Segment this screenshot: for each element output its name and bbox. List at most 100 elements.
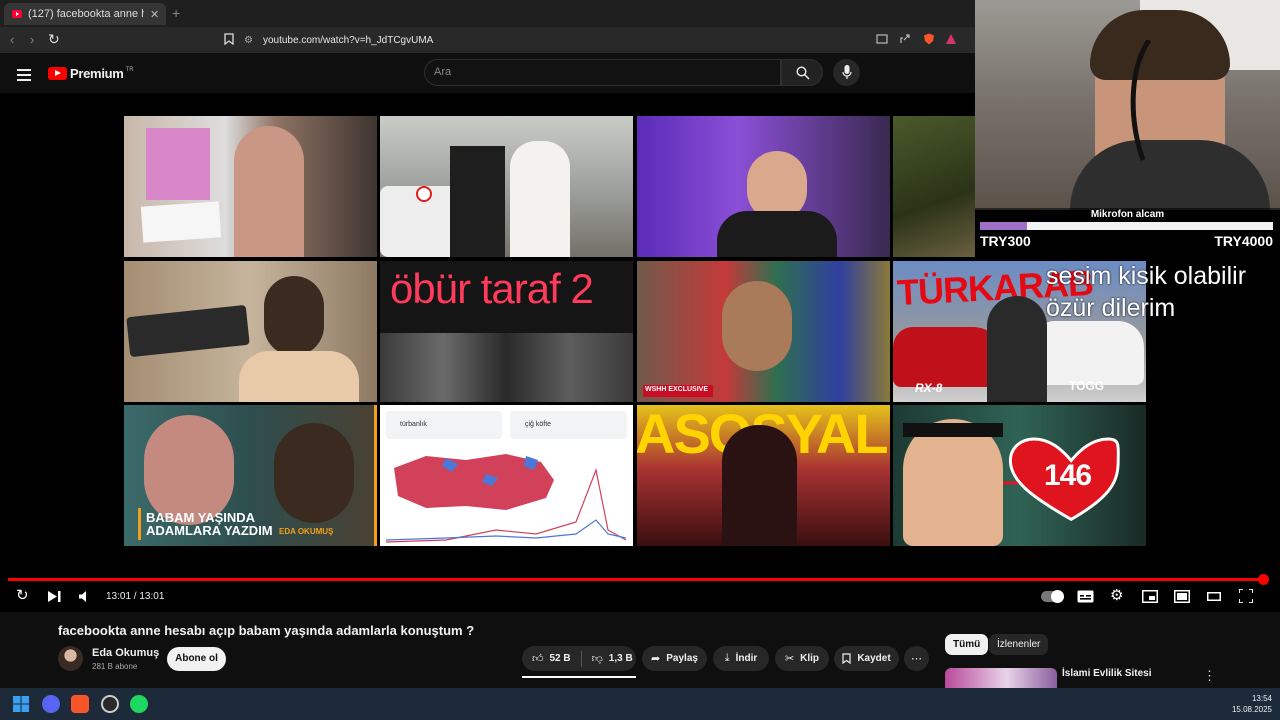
trend-term-2: çiğ köfte — [525, 421, 552, 428]
spotify-icon[interactable] — [130, 695, 148, 713]
goal-progress-fill — [980, 222, 1027, 230]
turkey-map-chart — [386, 454, 626, 543]
note-line-1: sesim kisik olabilir — [1046, 262, 1247, 290]
clip-label: Klip — [800, 653, 820, 664]
avatar[interactable] — [58, 646, 83, 671]
cast-icon[interactable] — [876, 33, 888, 45]
tv-cast-icon[interactable] — [1207, 592, 1221, 601]
share-arrow-icon: ➦ — [651, 653, 661, 665]
share-label: Paylaş — [666, 653, 698, 664]
tab-close-icon[interactable]: ✕ — [150, 8, 159, 21]
download-button[interactable]: ⤓ İndir — [713, 646, 769, 671]
share-icon[interactable] — [899, 33, 911, 45]
end-screen-video-12[interactable]: 146 — [893, 405, 1146, 546]
recommended-title[interactable]: İslami Evlilik Sitesi — [1062, 668, 1152, 679]
webcam-overlay — [975, 0, 1280, 210]
end-screen-video-2[interactable] — [380, 116, 633, 257]
end-screen-video-5[interactable] — [124, 261, 377, 402]
channel-name[interactable]: Eda Okumuş — [92, 647, 159, 659]
like-dislike-group: 👍︎ 52 B 👎︎ 1,3 B — [522, 646, 636, 671]
scissors-icon: ✂ — [784, 653, 795, 665]
chip-watched[interactable]: İzlenenler — [989, 634, 1049, 655]
miniplayer-icon[interactable] — [1142, 590, 1158, 603]
menu-icon[interactable] — [17, 67, 31, 84]
brave-shield-icon[interactable] — [923, 33, 935, 45]
search-icon — [796, 66, 810, 80]
brave-browser-icon[interactable] — [71, 695, 89, 713]
windows-start-icon[interactable] — [13, 696, 29, 712]
next-icon[interactable] — [48, 591, 61, 602]
address-bar[interactable]: ⚙ youtube.com/watch?v=h_JdTCgvUMA — [244, 30, 964, 50]
obs-icon[interactable] — [101, 695, 119, 713]
progress-bar[interactable] — [8, 574, 1269, 585]
theater-mode-icon[interactable] — [1174, 590, 1190, 603]
more-icon: ⋯ — [911, 653, 922, 665]
share-button[interactable]: ➦ Paylaş — [642, 646, 707, 671]
forward-icon[interactable]: › — [30, 32, 34, 47]
end-screen-video-1[interactable] — [124, 116, 377, 257]
end-screen-video-10[interactable]: türbanlık çiğ köfte — [380, 405, 633, 546]
clock-time: 13:54 — [1251, 694, 1272, 703]
volume-icon[interactable] — [79, 591, 91, 602]
end-screen-video-6[interactable]: öbür taraf 2 — [380, 261, 633, 402]
subscriber-count: 281 B abone — [92, 662, 138, 671]
back-icon[interactable]: ‹ — [10, 32, 14, 47]
chip-all[interactable]: Tümü — [945, 634, 989, 655]
goal-progress-track — [980, 222, 1273, 230]
youtube-favicon-icon — [12, 10, 22, 18]
scrubber-handle[interactable] — [1258, 574, 1269, 585]
like-count[interactable]: 52 B — [550, 653, 571, 664]
settings-gear-icon[interactable]: ⚙ — [1110, 588, 1123, 604]
goal-title: Mikrofon alcam — [1090, 209, 1165, 220]
thumb-sublabel: EDA OKUMUŞ — [279, 527, 334, 536]
autoplay-toggle[interactable] — [1041, 590, 1064, 603]
thumb-sublabel: RX-8 — [915, 381, 943, 395]
end-screen-video-7[interactable]: WSHH EXCLUSIVE — [637, 261, 890, 402]
note-line-2: özür dilerim — [1046, 294, 1176, 322]
end-screen-video-9[interactable]: BABAM YAŞINDA ADAMLARA YAZDIM EDA OKUMUŞ — [124, 405, 377, 546]
reload-icon[interactable]: ↻ — [48, 31, 60, 48]
time-display: 13:01 / 13:01 — [106, 591, 165, 602]
save-bookmark-icon — [842, 653, 851, 664]
streamer-note: sesim kisik olabilir özür dilerim — [1046, 260, 1246, 324]
system-clock[interactable]: 13:54 15.08.2025 — [1232, 693, 1272, 715]
voice-search-button[interactable] — [833, 59, 860, 86]
dislike-count[interactable]: 1,3 B — [609, 653, 633, 664]
search-input[interactable]: Ara — [424, 59, 781, 86]
progress-fill — [8, 574, 1269, 585]
browser-tab[interactable]: (127) facebookta anne he ✕ — [4, 3, 166, 25]
recommended-thumbnail[interactable] — [945, 668, 1057, 688]
end-screen-video-3[interactable] — [637, 116, 890, 257]
thumb-title: 146 — [1044, 459, 1092, 492]
youtube-logo[interactable]: Premium TR — [48, 66, 134, 81]
discord-icon[interactable] — [42, 695, 60, 713]
logo-text: Premium — [70, 66, 124, 81]
save-label: Kaydet — [857, 653, 891, 664]
bookmark-icon[interactable] — [224, 33, 234, 45]
donation-goal: Mikrofon alcam TRY300 TRY4000 — [975, 208, 1280, 250]
logo-region: TR — [125, 66, 134, 73]
search-button[interactable] — [781, 59, 823, 86]
thumbs-up-icon[interactable]: 👍︎ — [532, 652, 544, 665]
fullscreen-icon[interactable] — [1239, 589, 1253, 603]
more-actions-button[interactable]: ⋯ — [904, 646, 929, 671]
brave-rewards-icon[interactable] — [945, 33, 957, 45]
thumb-label: WSHH EXCLUSIVE — [645, 386, 709, 393]
site-settings-icon[interactable]: ⚙ — [244, 35, 253, 46]
trend-term-1: türbanlık — [400, 421, 427, 428]
youtube-play-icon — [48, 67, 67, 80]
end-screen-video-4[interactable] — [893, 116, 975, 257]
clock-date: 15.08.2025 — [1231, 705, 1272, 714]
replay-icon[interactable]: ↻ — [16, 588, 29, 604]
subscribe-button[interactable]: Abone ol — [167, 647, 226, 671]
download-icon: ⤓ — [724, 652, 730, 664]
video-title: facebookta anne hesabı açıp babam yaşınd… — [58, 623, 475, 638]
recommended-more-icon[interactable]: ⋮ — [1203, 668, 1216, 684]
save-button[interactable]: Kaydet — [834, 646, 899, 671]
subtitles-icon[interactable] — [1077, 590, 1094, 603]
new-tab-button[interactable]: + — [172, 5, 180, 21]
clip-button[interactable]: ✂ Klip — [775, 646, 829, 671]
thumbs-down-icon[interactable]: 👎︎ — [592, 652, 603, 665]
end-screen-video-11[interactable]: ASOSYAL — [637, 405, 890, 546]
like-ratio-bar — [522, 676, 636, 678]
